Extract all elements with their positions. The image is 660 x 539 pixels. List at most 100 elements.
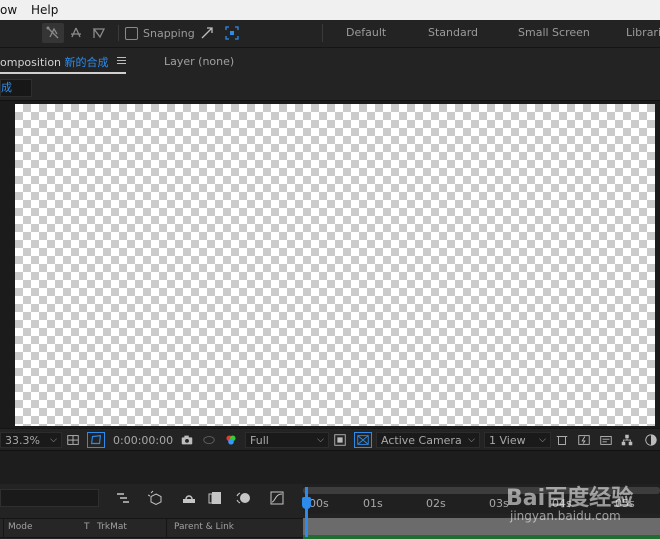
composition-tab-label: omposition <box>0 56 62 69</box>
shy-layers-button[interactable] <box>180 489 198 507</box>
menu-window[interactable]: ow <box>0 3 17 17</box>
view-layout-dropdown[interactable]: 1 View ⌵ <box>484 432 551 448</box>
current-time-indicator-handle[interactable] <box>302 497 311 509</box>
column-divider <box>3 519 4 537</box>
workspace-default[interactable]: Default <box>346 26 386 39</box>
tick-label: 01s <box>363 497 383 510</box>
motion-blur-icon <box>236 492 250 504</box>
camera-view-dropdown[interactable]: Active Camera ⌵ <box>376 432 480 448</box>
resolution-value: Full <box>250 433 269 447</box>
workspace-divider <box>322 24 323 42</box>
chevron-down-icon: ⌵ <box>317 435 324 445</box>
draft-3d-icon <box>148 490 162 506</box>
snap-edges-button[interactable] <box>197 23 217 43</box>
snapshot-view-icon <box>203 436 215 444</box>
composition-flowchart-bar: 成 <box>0 75 660 100</box>
magnification-value: 33.3% <box>5 433 40 447</box>
pixel-aspect-icon <box>556 436 568 445</box>
mini-flowchart-icon <box>117 493 129 503</box>
panel-menu-icon[interactable] <box>117 57 126 65</box>
flowchart-icon <box>621 434 633 446</box>
region-of-interest-icon <box>334 434 346 446</box>
magnification-dropdown[interactable]: 33.3% ⌵ <box>0 432 62 448</box>
composition-panel-header: omposition 新的合成 Layer (none) <box>0 48 660 75</box>
toolbar-divider <box>118 25 119 41</box>
timeline-button[interactable] <box>599 432 615 448</box>
toolbar: Snapping Default Standard Small Screen L… <box>0 20 660 48</box>
camera-icon <box>181 435 193 445</box>
tick-label: 02s <box>426 497 446 510</box>
column-parent-link[interactable]: Parent & Link <box>174 522 234 532</box>
puppet-bend-icon <box>92 28 106 39</box>
fast-previews-button[interactable] <box>577 432 593 448</box>
work-area-bar[interactable] <box>303 535 660 539</box>
transparency-grid-icon <box>357 435 369 445</box>
camera-view-value: Active Camera <box>381 433 462 447</box>
graph-editor-icon <box>270 491 284 505</box>
snapping-label: Snapping <box>143 26 195 40</box>
shy-icon <box>183 495 195 503</box>
graph-editor-button[interactable] <box>268 489 286 507</box>
puppet-bend-tool[interactable] <box>89 23 109 43</box>
frame-blending-button[interactable] <box>206 489 224 507</box>
column-t[interactable]: T <box>84 522 90 532</box>
view-layout-value: 1 View <box>489 433 526 447</box>
resolution-dropdown[interactable]: Full ⌵ <box>245 432 329 448</box>
snapshot-button[interactable] <box>180 432 196 448</box>
puppet-starch-tool[interactable] <box>66 23 86 43</box>
workspace-libraries[interactable]: Librari <box>626 26 660 39</box>
column-divider <box>166 519 167 537</box>
channel-button[interactable] <box>224 432 240 448</box>
viewer-footer: 33.3% ⌵ 0:00:00:00 Full ⌵ Active Camera … <box>0 428 660 451</box>
menu-help[interactable]: Help <box>31 3 58 17</box>
exposure-icon <box>645 434 657 446</box>
chevron-down-icon: ⌵ <box>468 435 475 445</box>
workspace-standard[interactable]: Standard <box>428 26 478 39</box>
workspace-small-screen[interactable]: Small Screen <box>518 26 590 39</box>
rgb-channels-icon <box>226 435 236 445</box>
tick-label: 00s <box>309 497 329 510</box>
menubar: ow Help <box>0 0 660 20</box>
layer-columns-header: Mode T TrkMat Parent & Link <box>0 518 303 538</box>
composition-navigator[interactable]: 成 <box>0 79 32 97</box>
transparency-grid-button[interactable] <box>354 432 372 448</box>
draft-3d-button[interactable] <box>147 489 165 507</box>
frame-blending-icon <box>208 492 221 504</box>
chevron-down-icon: ⌵ <box>539 435 546 445</box>
snap-edges-icon <box>201 27 213 39</box>
baidu-watermark-logo: Bai百度经验 <box>506 486 634 511</box>
column-trkmat[interactable]: TrkMat <box>97 522 127 532</box>
current-time-indicator[interactable] <box>305 487 308 537</box>
motion-blur-button[interactable] <box>234 489 252 507</box>
viewer-left-edge <box>0 101 15 429</box>
puppet-pin-tool[interactable] <box>42 23 64 43</box>
safe-areas-button[interactable] <box>66 432 84 448</box>
puppet-pin-icon <box>46 26 59 39</box>
reset-exposure-button[interactable] <box>644 432 660 448</box>
snapping-toggle[interactable]: Snapping <box>125 23 195 43</box>
baidu-watermark-url: jingyan.baidu.com <box>510 509 621 523</box>
puppet-starch-icon <box>71 27 81 38</box>
composition-tab[interactable]: omposition 新的合成 <box>0 54 109 70</box>
composition-name: 新的合成 <box>64 56 109 69</box>
column-mode[interactable]: Mode <box>8 522 33 532</box>
region-of-interest-button[interactable] <box>333 432 349 448</box>
mask-visibility-button[interactable] <box>87 432 105 448</box>
snapping-checkbox[interactable] <box>125 26 138 40</box>
active-tab-indicator <box>0 72 126 74</box>
fast-previews-icon <box>578 435 590 445</box>
timeline-icon <box>600 436 612 445</box>
grid-guides-icon <box>67 435 79 445</box>
flowchart-button[interactable] <box>620 432 636 448</box>
composition-viewer <box>0 100 660 429</box>
layer-tab[interactable]: Layer (none) <box>164 55 234 68</box>
snap-features-button[interactable] <box>222 23 242 43</box>
transparency-grid-canvas[interactable] <box>15 104 655 426</box>
composition-mini-flowchart-button[interactable] <box>114 489 132 507</box>
snap-target-icon <box>225 26 239 40</box>
layer-search-input[interactable] <box>0 489 99 507</box>
show-snapshot-button[interactable] <box>202 432 218 448</box>
chevron-down-icon: ⌵ <box>50 435 57 445</box>
current-time[interactable]: 0:00:00:00 <box>113 432 173 448</box>
toggle-pixel-aspect-button[interactable] <box>555 432 571 448</box>
